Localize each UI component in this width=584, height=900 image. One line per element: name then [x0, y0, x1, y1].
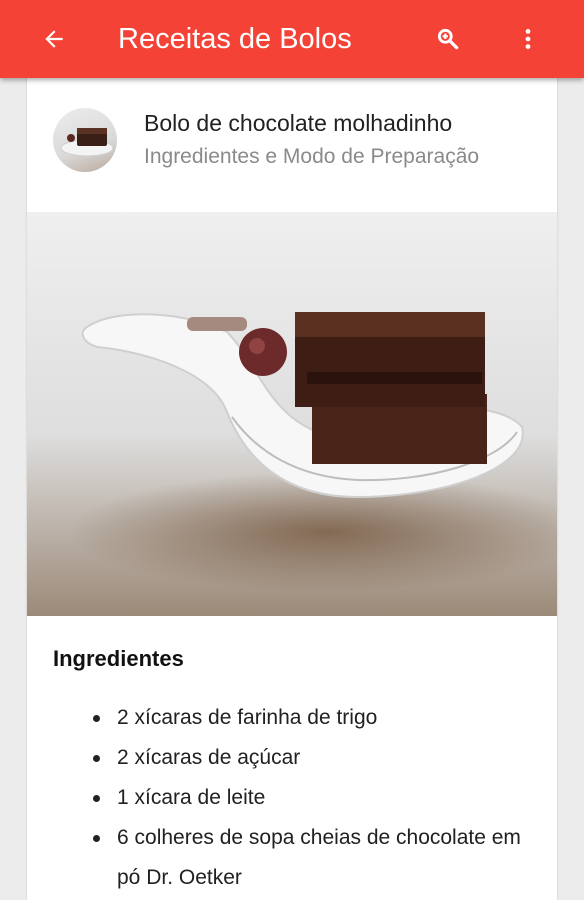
recipe-photo [27, 212, 557, 616]
ingredient-text: 2 xícaras de açúcar [117, 746, 301, 769]
search-button[interactable] [426, 17, 470, 61]
card-header: Bolo de chocolate molhadinho Ingrediente… [27, 78, 557, 212]
app-bar: Receitas de Bolos [0, 0, 584, 78]
list-item: 1 xícara de leite [53, 778, 533, 818]
recipe-card: Bolo de chocolate molhadinho Ingrediente… [27, 78, 557, 900]
ingredient-text: 1 xícara de leite [117, 786, 266, 809]
list-item: 2 xícaras de farinha de trigo [53, 698, 533, 738]
ingredients-heading: Ingredientes [53, 646, 184, 671]
list-item: 6 colheres de sopa cheias de chocolate e… [53, 818, 533, 898]
list-item: 2 xícaras de açúcar [53, 738, 533, 778]
bullet-icon [93, 715, 100, 722]
ingredient-text: 2 xícaras de farinha de trigo [117, 706, 378, 729]
back-arrow-icon [45, 30, 63, 48]
ingredient-text: 6 colheres de sopa cheias de chocolate e… [117, 826, 521, 889]
more-options-button[interactable] [506, 17, 550, 61]
app-title: Receitas de Bolos [118, 23, 352, 55]
bullet-icon [93, 755, 100, 762]
search-icon [437, 28, 459, 50]
bullet-icon [93, 795, 100, 802]
back-button[interactable] [32, 17, 76, 61]
bullet-icon [93, 835, 100, 842]
more-vert-icon [525, 29, 531, 49]
recipe-subtitle: Ingredientes e Modo de Preparação [144, 145, 480, 168]
ingredients-list: 2 xícaras de farinha de trigo 2 xícaras … [53, 698, 533, 898]
recipe-title: Bolo de chocolate molhadinho [144, 110, 453, 136]
recipe-thumbnail [53, 108, 117, 172]
